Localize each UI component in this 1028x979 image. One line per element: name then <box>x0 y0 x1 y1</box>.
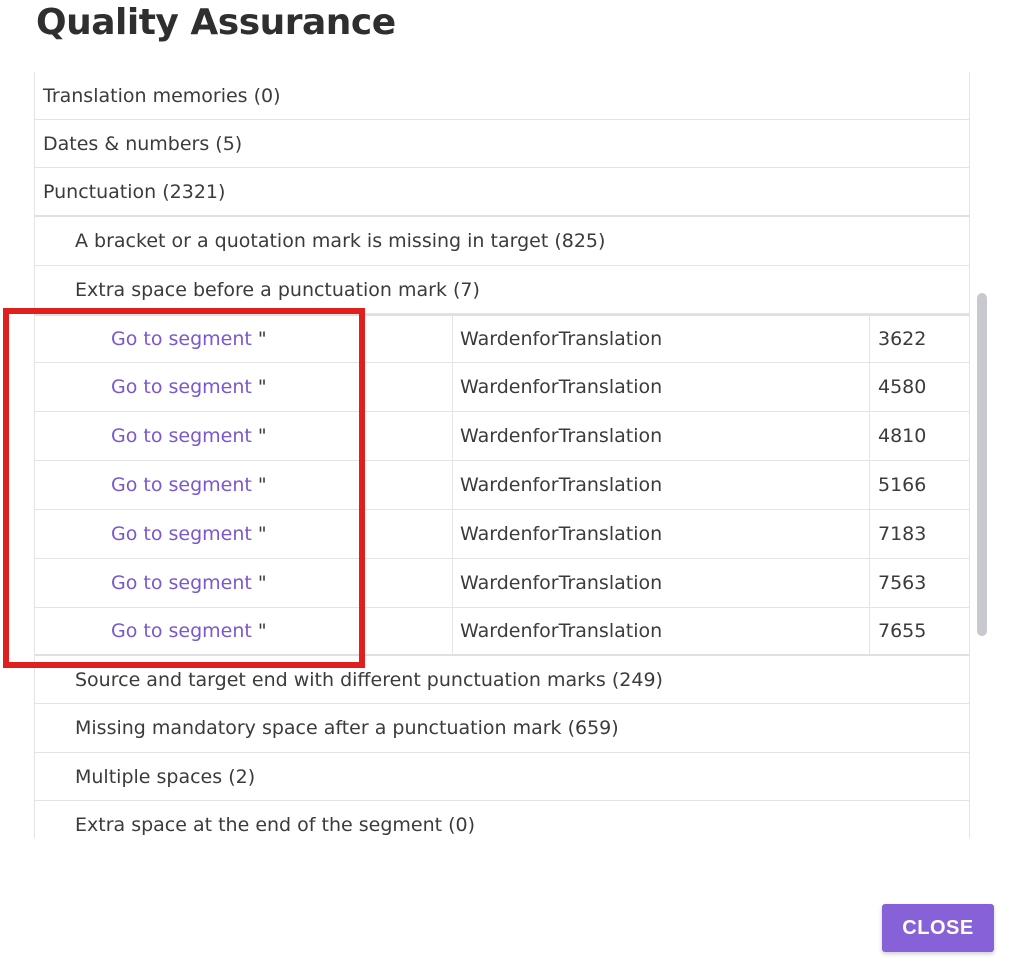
go-to-segment-link[interactable]: Go to segment <box>111 474 252 496</box>
segment-author: WardenforTranslation <box>453 608 870 654</box>
segment-source-text: " <box>257 376 267 398</box>
segment-row: Go to segment " WardenforTranslation 718… <box>35 510 969 559</box>
segment-row: Go to segment " WardenforTranslation 481… <box>35 412 969 461</box>
check-label: Extra space before a punctuation mark (7… <box>75 278 480 301</box>
category-label: Dates & numbers (5) <box>43 132 243 155</box>
qa-dialog: Quality Assurance Translation memories (… <box>0 0 1028 979</box>
segment-row: Go to segment " WardenforTranslation 458… <box>35 363 969 412</box>
segment-author: WardenforTranslation <box>453 510 870 558</box>
segment-link-cell: Go to segment " <box>35 510 453 558</box>
check-label: Multiple spaces (2) <box>75 765 256 788</box>
category-dates-numbers[interactable]: Dates & numbers (5) <box>35 120 969 168</box>
segment-row: Go to segment " WardenforTranslation 516… <box>35 461 969 510</box>
check-extra-space-before-punctuation[interactable]: Extra space before a punctuation mark (7… <box>35 266 969 314</box>
segment-source-text: " <box>257 572 267 594</box>
check-multiple-spaces[interactable]: Multiple spaces (2) <box>35 753 969 801</box>
check-different-end-punctuation[interactable]: Source and target end with different pun… <box>35 656 969 704</box>
category-label: Punctuation (2321) <box>43 180 226 203</box>
segment-link-cell: Go to segment " <box>35 316 453 362</box>
segment-row: Go to segment " WardenforTranslation 756… <box>35 559 969 608</box>
category-translation-memories[interactable]: Translation memories (0) <box>35 72 969 120</box>
segment-row: Go to segment " WardenforTranslation 362… <box>35 314 969 363</box>
segment-author: WardenforTranslation <box>453 559 870 607</box>
segment-author: WardenforTranslation <box>453 363 870 411</box>
check-missing-bracket-quote[interactable]: A bracket or a quotation mark is missing… <box>35 217 969 266</box>
go-to-segment-link[interactable]: Go to segment <box>111 425 252 447</box>
segment-author: WardenforTranslation <box>453 461 870 509</box>
segment-number: 5166 <box>878 474 927 496</box>
segment-link-cell: Go to segment " <box>35 608 453 654</box>
check-label: Source and target end with different pun… <box>75 668 663 691</box>
segment-link-cell: Go to segment " <box>35 412 453 460</box>
check-missing-space-after-punctuation[interactable]: Missing mandatory space after a punctuat… <box>35 704 969 753</box>
dialog-title: Quality Assurance <box>36 2 396 43</box>
segment-link-cell: Go to segment " <box>35 559 453 607</box>
segment-row: Go to segment " WardenforTranslation 765… <box>35 608 969 656</box>
scrollbar-thumb[interactable] <box>977 293 987 636</box>
segment-author: WardenforTranslation <box>453 412 870 460</box>
category-punctuation[interactable]: Punctuation (2321) <box>35 168 969 217</box>
segment-number: 4810 <box>878 425 927 447</box>
check-extra-space-end-segment[interactable]: Extra space at the end of the segment (0… <box>35 801 969 838</box>
category-label: Translation memories (0) <box>43 84 281 107</box>
segment-number: 7183 <box>878 523 927 545</box>
go-to-segment-link[interactable]: Go to segment <box>111 620 252 642</box>
qa-results-list[interactable]: Translation memories (0) Dates & numbers… <box>34 72 970 838</box>
go-to-segment-link[interactable]: Go to segment <box>111 523 252 545</box>
segment-number: 4580 <box>878 376 927 398</box>
check-label: Missing mandatory space after a punctuat… <box>75 717 619 739</box>
close-button[interactable]: CLOSE <box>882 904 994 952</box>
segment-number: 3622 <box>878 328 927 350</box>
go-to-segment-link[interactable]: Go to segment <box>111 328 252 350</box>
segment-source-text: " <box>257 328 267 350</box>
segment-source-text: " <box>257 620 267 642</box>
segment-link-cell: Go to segment " <box>35 363 453 411</box>
segment-source-text: " <box>257 474 267 496</box>
segment-author: WardenforTranslation <box>453 316 870 362</box>
segment-link-cell: Go to segment " <box>35 461 453 509</box>
go-to-segment-link[interactable]: Go to segment <box>111 572 252 594</box>
segment-source-text: " <box>257 523 267 545</box>
segment-number: 7655 <box>878 620 927 642</box>
segment-source-text: " <box>257 425 267 447</box>
check-label: Extra space at the end of the segment (0… <box>75 814 476 836</box>
check-label: A bracket or a quotation mark is missing… <box>75 230 606 252</box>
go-to-segment-link[interactable]: Go to segment <box>111 376 252 398</box>
segment-number: 7563 <box>878 572 927 594</box>
